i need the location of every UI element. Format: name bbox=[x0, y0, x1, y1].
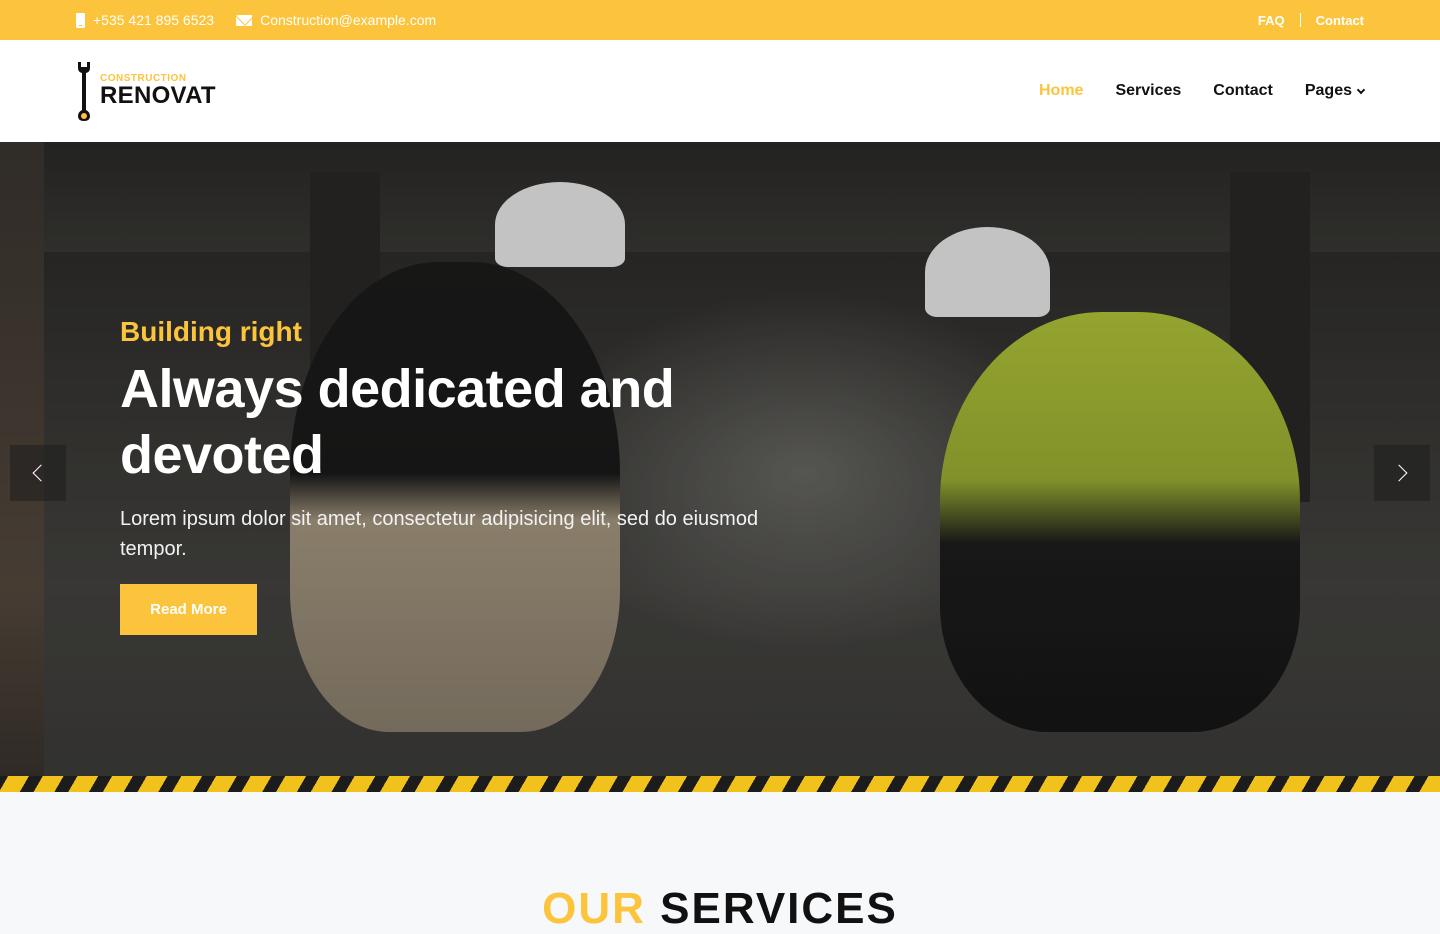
header: CONSTRUCTION RENOVAT Home Services Conta… bbox=[0, 40, 1440, 142]
services-heading: OUR SERVICES bbox=[0, 884, 1440, 934]
hero-slider: Building right Always dedicated and devo… bbox=[0, 142, 1440, 792]
phone-info[interactable]: +535 421 895 6523 bbox=[76, 12, 214, 28]
phone-icon bbox=[76, 12, 85, 28]
hero-description: Lorem ipsum dolor sit amet, consectetur … bbox=[120, 508, 759, 560]
hero-subtitle: Building right bbox=[120, 316, 302, 347]
hero-content: Building right Always dedicated and devo… bbox=[120, 314, 840, 635]
nav-pages-label: Pages bbox=[1304, 82, 1352, 99]
hero-title: Always dedicated and devoted bbox=[120, 359, 675, 485]
services-heading-text: SERVICES bbox=[660, 884, 898, 933]
logo-name: RENOVAT bbox=[100, 82, 216, 109]
phone-number: +535 421 895 6523 bbox=[93, 12, 215, 28]
faq-link[interactable]: FAQ bbox=[1258, 13, 1285, 28]
services-heading-accent: OUR bbox=[542, 884, 646, 933]
nav-home[interactable]: Home bbox=[1039, 82, 1083, 100]
email-info[interactable]: Construction@example.com bbox=[236, 12, 436, 28]
top-links: FAQ Contact bbox=[1258, 0, 1364, 40]
contact-info: +535 421 895 6523 Construction@example.c… bbox=[76, 0, 436, 40]
nav-contact-label: Contact bbox=[1213, 82, 1273, 99]
contact-link[interactable]: Contact bbox=[1316, 13, 1364, 28]
slider-next-button[interactable] bbox=[1374, 445, 1430, 501]
nav-contact[interactable]: Contact bbox=[1213, 82, 1273, 100]
wrench-icon bbox=[78, 62, 90, 121]
nav-services-label: Services bbox=[1115, 82, 1182, 99]
chevron-left-icon bbox=[32, 464, 50, 482]
chevron-right-icon bbox=[1390, 464, 1408, 482]
email-address: Construction@example.com bbox=[260, 12, 437, 28]
nav-pages[interactable]: Pages bbox=[1304, 82, 1366, 100]
nav-services[interactable]: Services bbox=[1115, 82, 1181, 100]
main-nav: Home Services Contact Pages bbox=[1039, 40, 1366, 142]
top-bar: +535 421 895 6523 Construction@example.c… bbox=[0, 0, 1440, 40]
chevron-down-icon bbox=[1356, 85, 1366, 94]
nav-home-label: Home bbox=[1039, 82, 1084, 99]
logo[interactable]: CONSTRUCTION RENOVAT bbox=[76, 60, 216, 122]
envelope-icon bbox=[236, 14, 253, 26]
read-more-button[interactable]: Read More bbox=[120, 584, 257, 635]
slider-prev-button[interactable] bbox=[10, 445, 66, 501]
divider bbox=[1299, 13, 1301, 27]
hazard-stripes bbox=[0, 776, 1440, 792]
